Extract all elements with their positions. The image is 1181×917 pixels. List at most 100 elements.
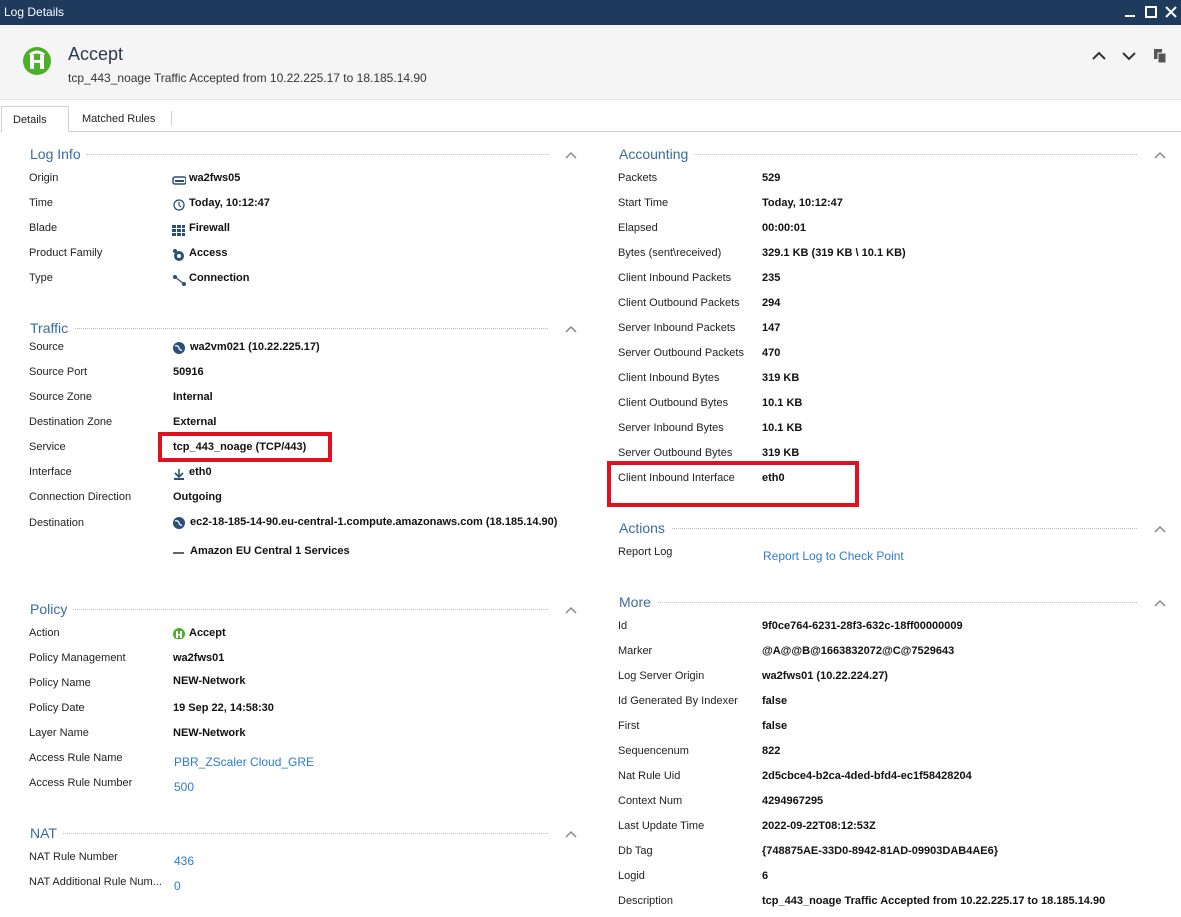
layer-name-label: Layer Name (29, 727, 89, 739)
client-inbound-bytes-value: 319 KB (762, 372, 800, 384)
collapse-policy-icon[interactable] (565, 606, 577, 614)
db-tag-label: Db Tag (618, 845, 653, 857)
policy-name-value: NEW-Network (173, 675, 246, 687)
window-title: Log Details (4, 5, 65, 19)
highlight-box-client-inbound-interface (607, 461, 859, 507)
close-icon[interactable] (1163, 4, 1179, 20)
access-icon (173, 249, 184, 261)
collapse-nat-icon[interactable] (565, 830, 577, 838)
access-rule-number-label: Access Rule Number (29, 777, 133, 789)
maximize-icon[interactable] (1143, 4, 1159, 20)
source-port-value: 50916 (173, 366, 204, 378)
last-update-time-label: Last Update Time (618, 820, 705, 832)
section-policy-title: Policy (30, 601, 74, 617)
policy-date-value: 19 Sep 22, 14:58:30 (173, 702, 274, 714)
access-rule-name-label: Access Rule Name (29, 752, 123, 764)
policy-management-value: wa2fws01 (173, 652, 225, 664)
collapse-actions-icon[interactable] (1154, 525, 1166, 533)
nat-additional-rule-label: NAT Additional Rule Num... (29, 876, 162, 888)
connection-icon (173, 275, 186, 286)
action-label: Action (29, 627, 60, 639)
collapse-traffic-icon[interactable] (565, 325, 577, 333)
marker-value: @A@@B@1663832072@C@7529643 (762, 645, 955, 657)
nat-additional-rule-link[interactable]: 0 (174, 879, 181, 893)
sequencenum-value: 822 (762, 745, 781, 757)
destination-label: Destination (29, 517, 85, 529)
tab-divider (171, 111, 172, 125)
destination-zone-label: Destination Zone (29, 416, 113, 428)
time-value: Today, 10:12:47 (189, 197, 270, 209)
origin-label: Origin (29, 172, 59, 184)
product-family-value: Access (189, 247, 228, 259)
minimize-icon[interactable] (1122, 4, 1138, 20)
report-log-label: Report Log (618, 546, 673, 558)
collapse-accounting-icon[interactable] (1154, 151, 1166, 159)
server-outbound-bytes-label: Server Outbound Bytes (618, 447, 733, 459)
destination-zone-value: External (173, 416, 217, 428)
nat-rule-number-label: NAT Rule Number (29, 851, 118, 863)
window-titlebar: Log Details (0, 0, 1181, 25)
id-value: 9f0ce764-6231-28f3-632c-18ff00000009 (762, 620, 963, 632)
log-subtitle: tcp_443_noage Traffic Accepted from 10.2… (68, 71, 427, 85)
collapse-log-info-icon[interactable] (565, 151, 577, 159)
start-time-value: Today, 10:12:47 (762, 197, 843, 209)
section-divider (619, 602, 1137, 603)
context-num-value: 4294967295 (762, 795, 824, 807)
first-label: First (618, 720, 640, 732)
connection-direction-label: Connection Direction (29, 491, 132, 503)
log-title: Accept (68, 44, 124, 64)
nat-rule-uid-value: 2d5cbce4-b2ca-4ded-bfd4-ec1f58428204 (762, 770, 972, 782)
server-inbound-packets-label: Server Inbound Packets (618, 322, 736, 334)
report-log-link[interactable]: Report Log to Check Point (763, 549, 904, 563)
section-divider (30, 154, 548, 155)
destination-extra-value: Amazon EU Central 1 Services (190, 545, 350, 557)
server-inbound-bytes-value: 10.1 KB (762, 422, 803, 434)
source-port-label: Source Port (29, 366, 88, 378)
client-outbound-packets-value: 294 (762, 297, 781, 309)
download-arrow-icon (174, 469, 184, 480)
log-server-origin-label: Log Server Origin (618, 670, 705, 682)
nat-rule-number-link[interactable]: 436 (174, 854, 194, 868)
section-more-title: More (619, 594, 657, 610)
blade-value: Firewall (189, 222, 230, 234)
section-accounting-title: Accounting (619, 146, 695, 162)
next-log-button[interactable] (1119, 46, 1139, 66)
tab-matched-rules[interactable]: Matched Rules (82, 106, 170, 132)
copy-icon[interactable] (1150, 46, 1170, 66)
highlight-box-service (158, 432, 332, 462)
collapse-more-icon[interactable] (1154, 599, 1166, 607)
client-outbound-bytes-value: 10.1 KB (762, 397, 803, 409)
policy-management-label: Policy Management (29, 652, 126, 664)
section-actions-title: Actions (619, 520, 671, 536)
layer-name-value: NEW-Network (173, 727, 246, 739)
previous-log-button[interactable] (1089, 46, 1109, 66)
logid-value: 6 (762, 870, 769, 882)
marker-label: Marker (618, 645, 653, 657)
client-inbound-packets-value: 235 (762, 272, 781, 284)
interface-value: eth0 (189, 466, 212, 478)
tab-details[interactable]: Details (1, 106, 69, 132)
db-tag-value: {748875AE-33D0-8942-81AD-09903DAB4AE6} (762, 845, 999, 857)
section-divider (619, 154, 1137, 155)
access-rule-number-link[interactable]: 500 (174, 780, 194, 794)
globe-icon (173, 517, 185, 529)
source-value: wa2vm021 (10.22.225.17) (190, 341, 320, 353)
server-inbound-bytes-label: Server Inbound Bytes (618, 422, 724, 434)
globe-icon (173, 342, 185, 354)
first-value: false (762, 720, 788, 732)
id-generated-label: Id Generated By Indexer (618, 695, 738, 707)
nat-rule-uid-label: Nat Rule Uid (618, 770, 681, 782)
description-label: Description (618, 895, 674, 907)
service-label: Service (29, 441, 66, 453)
context-num-label: Context Num (618, 795, 683, 807)
start-time-label: Start Time (618, 197, 669, 209)
interface-label: Interface (29, 466, 72, 478)
gateway-icon (172, 176, 186, 185)
time-label: Time (29, 197, 54, 209)
log-header: Accept tcp_443_noage Traffic Accepted fr… (0, 25, 1181, 100)
policy-date-label: Policy Date (29, 702, 85, 714)
access-rule-name-link[interactable]: PBR_ZScaler Cloud_GRE (174, 755, 314, 769)
server-inbound-packets-value: 147 (762, 322, 781, 334)
id-generated-value: false (762, 695, 788, 707)
section-divider (30, 609, 548, 610)
